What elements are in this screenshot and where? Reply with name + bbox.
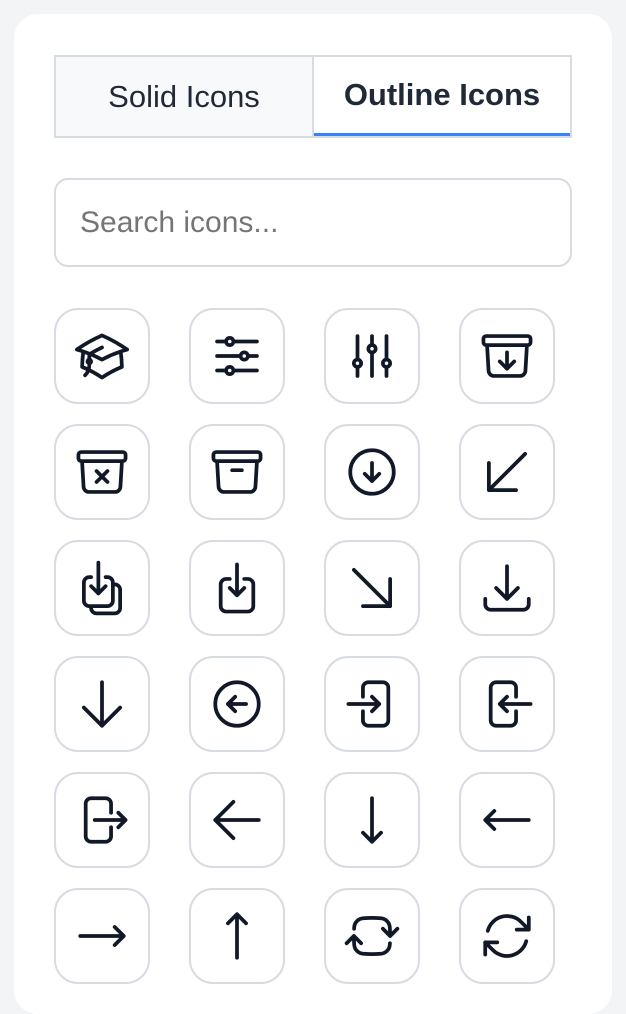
arrow-long-up-icon: [226, 912, 248, 960]
adjustments-vertical-icon: [352, 334, 392, 378]
icon-button-adjustments-vertical[interactable]: [324, 308, 420, 404]
icon-button-arrow-left-end-on-rectangle[interactable]: [324, 656, 420, 752]
icon-button-arrow-path[interactable]: [459, 888, 555, 984]
icon-button-archive-box-arrow-down[interactable]: [459, 308, 555, 404]
icon-button-arrow-down-tray[interactable]: [459, 540, 555, 636]
arrow-long-down-icon: [361, 796, 383, 844]
icon-button-arrow-long-left[interactable]: [459, 772, 555, 868]
icon-grid: [54, 308, 574, 984]
arrow-down-icon: [82, 680, 122, 728]
adjustments-horizontal-icon: [215, 336, 259, 376]
icon-button-arrow-path-rounded-square[interactable]: [324, 888, 420, 984]
tab-solid-icons[interactable]: Solid Icons: [56, 57, 314, 136]
icon-style-tabs: Solid Icons Outline Icons: [54, 55, 572, 138]
icon-button-arrow-long-right[interactable]: [54, 888, 150, 984]
archive-box-x-mark-icon: [76, 450, 128, 494]
arrow-left-icon: [213, 800, 261, 840]
search-input[interactable]: [54, 178, 572, 267]
tab-outline-icons[interactable]: Outline Icons: [314, 57, 570, 136]
arrow-down-on-square-icon: [218, 562, 256, 614]
archive-box-arrow-down-icon: [481, 334, 533, 378]
arrow-long-right-icon: [78, 925, 126, 947]
arrow-left-on-rectangle-icon: [488, 680, 533, 728]
icon-button-archive-box[interactable]: [189, 424, 285, 520]
archive-box-icon: [211, 450, 263, 494]
icon-button-arrow-left-circle[interactable]: [189, 656, 285, 752]
icon-button-arrow-left-on-rectangle[interactable]: [459, 656, 555, 752]
academic-cap-icon: [74, 333, 130, 380]
icon-button-arrow-long-down[interactable]: [324, 772, 420, 868]
icon-button-arrow-down-right[interactable]: [324, 540, 420, 636]
icon-button-adjustments-horizontal[interactable]: [189, 308, 285, 404]
arrow-down-tray-icon: [483, 564, 531, 612]
icon-picker-panel: Solid Icons Outline Icons: [14, 14, 612, 1014]
icon-button-arrow-long-up[interactable]: [189, 888, 285, 984]
arrow-down-right-icon: [352, 568, 392, 608]
icon-button-arrow-down-on-square-stack[interactable]: [54, 540, 150, 636]
arrow-left-end-on-rectangle-icon: [346, 680, 391, 728]
arrow-down-circle-icon: [348, 448, 396, 496]
icon-button-arrow-down-on-square[interactable]: [189, 540, 285, 636]
icon-button-academic-cap[interactable]: [54, 308, 150, 404]
arrow-path-rounded-square-icon: [344, 916, 400, 956]
arrow-down-left-icon: [487, 452, 527, 492]
icon-button-arrow-down-circle[interactable]: [324, 424, 420, 520]
icon-button-archive-box-x-mark[interactable]: [54, 424, 150, 520]
arrow-down-on-square-stack-icon: [82, 560, 122, 616]
icon-button-arrow-left[interactable]: [189, 772, 285, 868]
arrow-left-start-on-rectangle-icon: [83, 796, 128, 844]
arrow-left-circle-icon: [213, 680, 261, 728]
arrow-long-left-icon: [483, 809, 531, 831]
arrow-path-icon: [483, 914, 531, 958]
icon-button-arrow-down-left[interactable]: [459, 424, 555, 520]
icon-button-arrow-left-start-on-rectangle[interactable]: [54, 772, 150, 868]
icon-button-arrow-down[interactable]: [54, 656, 150, 752]
